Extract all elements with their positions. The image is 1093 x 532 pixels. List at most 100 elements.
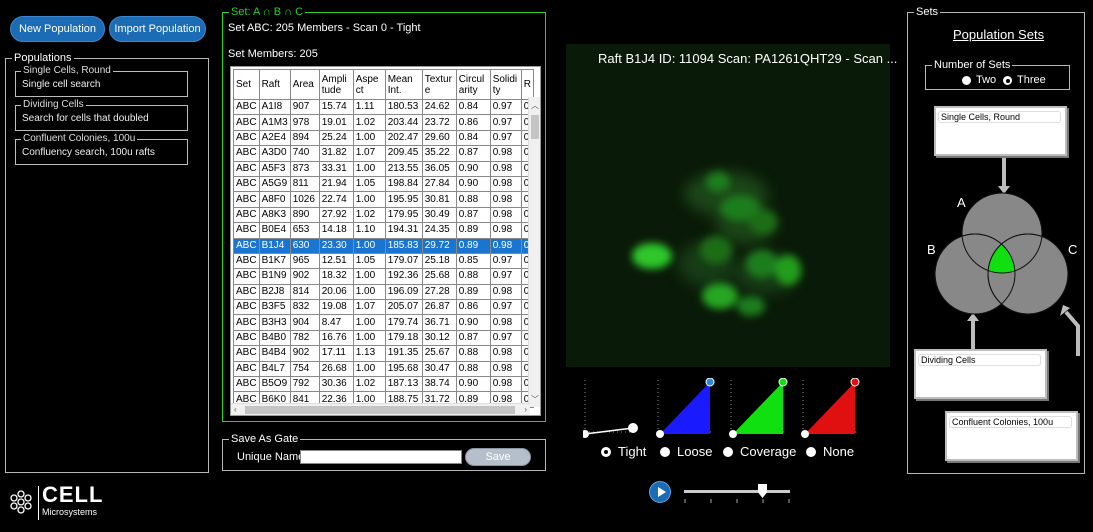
column-header[interactable]: Mean Int. <box>384 69 423 100</box>
sets-option-label: Three <box>1017 74 1046 86</box>
population-item[interactable]: Dividing Cells Search for cells that dou… <box>15 99 188 131</box>
table-cell: 902 <box>289 268 320 285</box>
table-row[interactable]: ABC A8F0 1026 22.74 1.00 195.95 30.81 0.88 0.98 0 <box>233 191 534 208</box>
table-cell: 0.98 <box>489 191 522 208</box>
table-row[interactable]: ABC B1N9 902 18.32 1.00 192.36 25.68 0.88 0.97 0 <box>233 268 534 285</box>
table-row[interactable]: ABC A5G9 811 21.94 1.05 198.84 27.84 0.90 0.98 0 <box>233 175 534 193</box>
table-row[interactable]: ABC B5O9 792 30.36 1.02 187.13 38.74 0.90 0.98 0 <box>233 376 534 393</box>
table-row[interactable]: ABC B1J4 630 23.30 1.00 185.83 29.72 0.89 0.98 0 <box>233 237 534 254</box>
column-header[interactable]: R <box>520 69 534 100</box>
set-c-box[interactable]: Confluent Colonies, 100u <box>945 411 1078 461</box>
slider-handle[interactable] <box>778 377 788 387</box>
table-row[interactable]: ABC B1K7 965 12.51 1.05 179.07 25.18 0.85 0.97 0 <box>233 252 534 270</box>
slider-handle[interactable] <box>801 430 809 438</box>
sets-option-two[interactable]: Two <box>962 74 996 86</box>
table-row[interactable]: ABC B3F5 832 19.08 1.07 205.07 26.87 0.86 0.97 0 <box>233 299 534 316</box>
column-header[interactable]: Aspe ct <box>352 69 386 100</box>
table-row[interactable]: ABC A8K3 890 27.92 1.02 179.95 30.49 0.87 0.98 0 <box>233 206 534 224</box>
column-header[interactable]: Ampli tude <box>318 69 354 100</box>
table-cell: A5G9 <box>258 175 291 193</box>
vertical-scroll-thumb[interactable] <box>531 115 539 139</box>
members-table[interactable]: Set Raft Area Ampli tude Aspe ct Mean Int. Textur… <box>230 66 541 416</box>
table-row[interactable]: ABC B0E4 653 14.18 1.10 194.31 24.35 0.89 0.98 0 <box>233 222 534 239</box>
cell-blob <box>737 296 765 316</box>
gate-option-coverage[interactable]: Coverage <box>723 444 796 459</box>
loose-histogram[interactable] <box>656 377 715 438</box>
playback-slider[interactable] <box>684 490 790 493</box>
vertical-scrollbar[interactable]: ︿ ﹀ <box>528 97 540 407</box>
none-histogram[interactable] <box>801 377 860 438</box>
radio-icon[interactable] <box>962 75 971 85</box>
new-population-button[interactable]: New Population <box>10 16 105 42</box>
table-row[interactable]: ABC B3H3 904 8.47 1.00 179.74 36.71 0.90 0.98 0 <box>233 314 534 331</box>
slider-handle[interactable] <box>729 430 737 438</box>
unique-name-input[interactable] <box>300 450 462 464</box>
table-row[interactable]: ABC A1I8 907 15.74 1.11 180.53 24.62 0.84 0.97 0 <box>233 98 534 116</box>
table-cell: 0.90 <box>455 376 491 393</box>
slider-handle[interactable] <box>581 430 589 438</box>
column-header[interactable]: Solidi ty <box>489 69 522 100</box>
radio-selected-icon[interactable] <box>601 446 611 457</box>
column-header[interactable]: Raft <box>258 69 291 100</box>
venn-diagram[interactable]: A B C <box>920 156 1085 356</box>
coverage-histogram[interactable] <box>729 377 788 438</box>
column-header[interactable]: Circul arity <box>455 69 491 100</box>
table-cell: 978 <box>289 114 320 131</box>
population-item[interactable]: Single Cells, Round Single cell search <box>15 65 188 97</box>
table-row[interactable]: ABC B2J8 814 20.06 1.00 196.09 27.28 0.89 0.98 0 <box>233 283 534 301</box>
playback-slider-thumb[interactable] <box>758 484 767 498</box>
table-row[interactable]: ABC A1M3 978 19.01 1.02 203.44 23.72 0.86 0.97 0 <box>233 114 534 131</box>
column-header[interactable]: Set <box>233 69 260 100</box>
table-cell: 0.97 <box>489 299 522 316</box>
table-cell: 35.22 <box>421 145 457 162</box>
population-item[interactable]: Confluent Colonies, 100u Confluency sear… <box>15 133 188 165</box>
raft-image-viewer[interactable] <box>566 44 890 367</box>
set-a-box[interactable]: Single Cells, Round <box>934 106 1067 156</box>
cell-blob <box>706 172 730 192</box>
horizontal-scroll-thumb[interactable] <box>245 406 515 414</box>
table-row[interactable]: ABC B4B0 782 16.76 1.00 179.18 30.12 0.87 0.97 0 <box>233 329 534 347</box>
gate-option-tight[interactable]: Tight <box>601 444 646 459</box>
gate-option-none[interactable]: None <box>806 444 854 459</box>
table-cell: 0.98 <box>489 160 522 177</box>
column-header[interactable]: Area <box>289 69 320 100</box>
slider-handle[interactable] <box>705 377 715 387</box>
slider-handle[interactable] <box>850 377 860 387</box>
table-cell: 1.11 <box>352 98 386 116</box>
save-button[interactable]: Save <box>465 448 531 466</box>
scroll-up-icon[interactable]: ︿ <box>531 101 539 111</box>
sets-option-three[interactable]: Three <box>1003 74 1046 86</box>
import-population-button[interactable]: Import Population <box>109 16 206 42</box>
scroll-down-icon[interactable]: ﹀ <box>531 395 539 405</box>
play-button[interactable] <box>649 481 671 503</box>
slider-handle[interactable] <box>628 423 638 433</box>
table-cell: 16.76 <box>318 329 354 347</box>
table-cell: 195.95 <box>384 191 423 208</box>
table-row[interactable]: ABC B4B4 902 17.11 1.13 191.35 25.67 0.88 0.98 0 <box>233 345 534 362</box>
radio-selected-icon[interactable] <box>1003 75 1012 85</box>
set-b-box[interactable]: Dividing Cells <box>914 349 1047 399</box>
horizontal-scrollbar[interactable]: ‹ › <box>231 403 530 415</box>
radio-icon[interactable] <box>806 446 816 457</box>
gate-option-loose[interactable]: Loose <box>660 444 712 459</box>
table-row[interactable]: ABC A5F3 873 33.31 1.00 213.55 36.05 0.90 0.98 0 <box>233 160 534 177</box>
table-cell: ABC <box>233 268 260 285</box>
table-cell: 180.53 <box>384 98 423 116</box>
table-cell: 30.36 <box>318 376 354 393</box>
tight-histogram[interactable] <box>581 378 640 438</box>
scroll-right-icon[interactable]: › <box>524 405 527 415</box>
radio-icon[interactable] <box>660 446 670 457</box>
table-cell: 1.02 <box>352 114 386 131</box>
table-row[interactable]: ABC B4L7 754 26.68 1.00 195.68 30.47 0.88 0.98 0 <box>233 360 534 378</box>
table-cell: ABC <box>233 283 260 301</box>
table-cell: A1I8 <box>258 98 291 116</box>
play-icon <box>658 487 666 497</box>
radio-icon[interactable] <box>723 446 733 457</box>
viewer-title: Raft B1J4 ID: 11094 Scan: PA1261QHT29 - … <box>598 51 898 66</box>
scroll-left-icon[interactable]: ‹ <box>234 405 237 415</box>
table-row[interactable]: ABC A3D0 740 31.82 1.07 209.45 35.22 0.87 0.98 0 <box>233 145 534 162</box>
table-row[interactable]: ABC A2E4 894 25.24 1.00 202.47 29.60 0.84 0.97 0 <box>233 129 534 147</box>
table-cell: 0.98 <box>489 206 522 224</box>
column-header[interactable]: Textur e <box>421 69 457 100</box>
slider-handle[interactable] <box>656 430 664 438</box>
